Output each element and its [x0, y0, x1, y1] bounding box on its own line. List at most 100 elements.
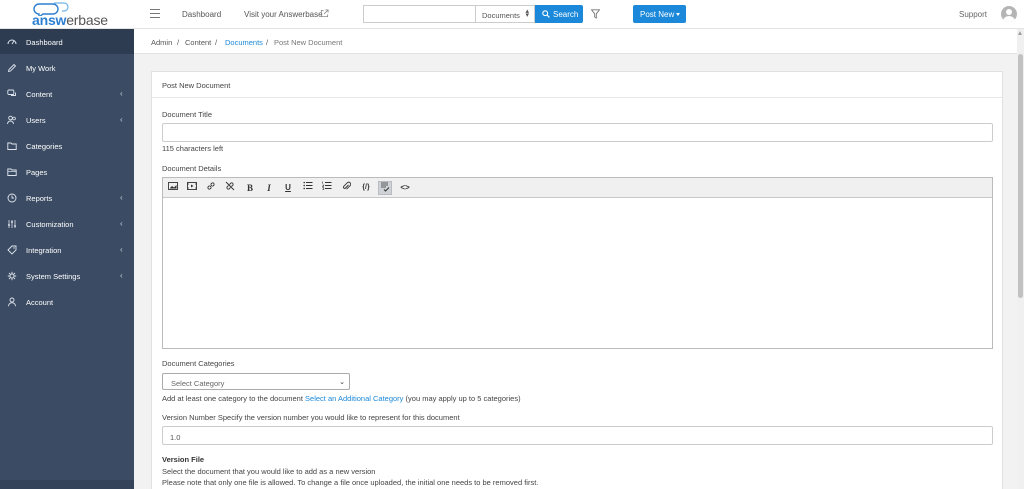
sidebar-item-system-settings[interactable]: System Settings ‹ — [0, 263, 134, 288]
sidebar-item-integration[interactable]: Integration ‹ — [0, 237, 134, 262]
folder-open-icon — [7, 168, 17, 176]
underline-icon[interactable]: U — [281, 181, 295, 195]
post-document-card: Post New Document Document Title 115 cha… — [151, 71, 1003, 489]
logo-text-primary: answ — [32, 12, 67, 28]
version-file-help-2: Please note that only one file is allowe… — [162, 478, 539, 487]
breadcrumb-admin[interactable]: Admin — [151, 38, 172, 47]
chevron-left-icon: ‹ — [120, 115, 123, 124]
categories-help-prefix: Add at least one category to the documen… — [162, 394, 303, 403]
clock-icon — [7, 193, 17, 203]
external-link-icon[interactable] — [320, 9, 329, 18]
card-header: Post New Document — [152, 72, 1002, 98]
version-number-label: Version Number Specify the version numbe… — [162, 413, 460, 422]
post-new-label: Post New — [640, 10, 675, 19]
menu-toggle-icon[interactable] — [150, 9, 160, 18]
video-icon[interactable] — [185, 181, 199, 195]
sidebar-item-customization[interactable]: Customization ‹ — [0, 211, 134, 236]
page-scrollbar[interactable] — [1017, 29, 1024, 489]
characters-left-text: 115 characters left — [162, 144, 224, 153]
scrollbar-thumb[interactable] — [1018, 54, 1023, 298]
top-bar: answerbase Dashboard Visit your Answerba… — [0, 0, 1024, 29]
sidebar-item-label: Integration — [26, 246, 62, 255]
sidebar-item-label: Users — [26, 116, 46, 125]
version-number-value: 1.0 — [170, 433, 181, 442]
search-button[interactable]: Search — [535, 5, 583, 23]
document-title-input[interactable] — [162, 123, 993, 142]
breadcrumb: Admin / Content / Documents / Post New D… — [134, 29, 1020, 54]
spellcheck-icon[interactable] — [378, 181, 392, 195]
sidebar-footer — [0, 480, 134, 489]
search-input[interactable] — [363, 5, 476, 23]
sidebar-item-dashboard[interactable]: Dashboard — [0, 29, 134, 54]
sidebar-item-users[interactable]: Users ‹ — [0, 107, 134, 132]
tag-icon — [7, 245, 17, 255]
italic-icon[interactable]: I — [262, 181, 276, 195]
sidebar-item-account[interactable]: Account — [0, 289, 134, 314]
source-code-icon[interactable]: <> — [398, 181, 412, 195]
sidebar-item-label: Account — [26, 298, 54, 307]
user-icon — [8, 297, 16, 307]
logo-text-secondary: erbase — [66, 12, 108, 28]
chevron-down-icon: ⌄ — [339, 379, 345, 386]
unlink-icon[interactable] — [223, 181, 237, 195]
sidebar-item-categories[interactable]: Categories — [0, 133, 134, 158]
chat-bubbles-icon — [7, 89, 16, 96]
add-category-link[interactable]: Select an Additional Category — [305, 394, 403, 403]
code-block-icon[interactable]: {/} — [359, 181, 373, 195]
speedometer-icon — [7, 39, 17, 45]
sliders-icon — [8, 220, 16, 228]
document-details-label: Document Details — [162, 164, 222, 173]
scroll-up-arrow-icon[interactable] — [1018, 31, 1022, 35]
category-select[interactable]: Select Category ⌄ — [162, 373, 350, 390]
gear-icon — [7, 271, 17, 281]
category-select-value: Select Category — [171, 379, 225, 388]
document-details-editor[interactable]: B I U {/} <> — [162, 177, 993, 349]
search-scope-value: Documents — [482, 11, 520, 20]
breadcrumb-current: Post New Document — [274, 38, 343, 47]
sidebar-item-pages[interactable]: Pages — [0, 159, 134, 184]
numbered-list-icon[interactable] — [320, 181, 334, 195]
chevron-left-icon: ‹ — [120, 89, 123, 98]
breadcrumb-documents[interactable]: Documents — [225, 38, 263, 47]
version-file-label: Version File — [162, 455, 205, 464]
post-new-button[interactable]: Post New — [633, 5, 686, 23]
editor-toolbar: B I U {/} <> — [163, 178, 992, 198]
sidebar-item-label: Customization — [26, 220, 74, 229]
pencil-icon — [7, 63, 17, 73]
select-arrows-icon: ▴ ▾ — [525, 8, 529, 19]
sidebar-item-my-work[interactable]: My Work — [0, 55, 134, 80]
breadcrumb-content[interactable]: Content — [185, 38, 211, 47]
breadcrumb-separator: / — [215, 38, 218, 47]
attachment-icon[interactable] — [339, 181, 353, 195]
sidebar-item-label: My Work — [26, 64, 56, 73]
version-number-input[interactable]: 1.0 — [162, 426, 993, 445]
document-title-label: Document Title — [162, 110, 213, 119]
breadcrumb-separator: / — [266, 38, 269, 47]
chevron-left-icon: ‹ — [120, 219, 123, 228]
sidebar-item-label: Reports — [26, 194, 53, 203]
image-icon[interactable] — [166, 181, 180, 195]
search-scope-select[interactable]: Documents ▴ ▾ — [475, 5, 535, 23]
nav-visit-link[interactable]: Visit your Answerbase — [244, 10, 323, 19]
support-link[interactable]: Support — [959, 10, 987, 19]
sidebar: Dashboard My Work Content ‹ Users ‹ Cate… — [0, 29, 134, 489]
nav-dashboard-link[interactable]: Dashboard — [182, 10, 221, 19]
chevron-left-icon: ‹ — [120, 271, 123, 280]
chevron-left-icon: ‹ — [120, 193, 123, 202]
sidebar-item-label: Dashboard — [26, 38, 63, 47]
folder-icon — [7, 142, 17, 150]
version-file-help-1: Select the document that you would like … — [162, 467, 376, 476]
sidebar-item-content[interactable]: Content ‹ — [0, 81, 134, 106]
sidebar-item-reports[interactable]: Reports ‹ — [0, 185, 134, 210]
link-icon[interactable] — [204, 181, 218, 195]
sidebar-item-label: System Settings — [26, 272, 81, 281]
sidebar-item-label: Content — [26, 90, 53, 99]
bullet-list-icon[interactable] — [301, 181, 315, 195]
filter-icon[interactable] — [591, 9, 600, 19]
bold-icon[interactable]: B — [243, 181, 257, 195]
answerbase-logo[interactable]: answerbase — [32, 2, 128, 28]
search-icon — [542, 10, 550, 18]
chevron-left-icon: ‹ — [120, 245, 123, 254]
search-button-label: Search — [553, 10, 579, 19]
avatar[interactable] — [1001, 6, 1017, 22]
